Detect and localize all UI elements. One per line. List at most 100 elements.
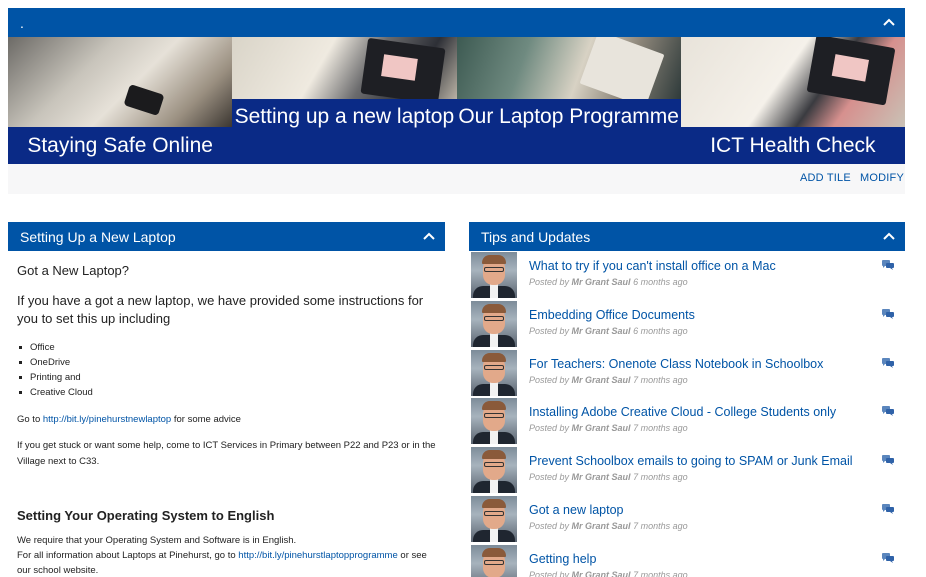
tile-label: Staying Safe Online bbox=[8, 127, 233, 164]
post-author: Mr Grant Saul bbox=[571, 569, 631, 577]
add-tile-button[interactable]: ADD TILE bbox=[800, 172, 851, 184]
right-panel-title: Tips and Updates bbox=[481, 228, 591, 245]
avatar bbox=[471, 349, 517, 396]
avatar bbox=[471, 544, 517, 577]
post-title-link[interactable]: Getting help bbox=[529, 552, 596, 566]
comment-icon[interactable] bbox=[882, 260, 895, 271]
post-meta: Posted by Mr Grant Saul 7 months ago bbox=[529, 521, 688, 531]
post-author: Mr Grant Saul bbox=[571, 277, 631, 287]
tile-label: Our Laptop Programme bbox=[456, 99, 681, 164]
tile-actions-bar: ADD TILE MODIFY bbox=[8, 164, 905, 194]
post-meta: Posted by Mr Grant Saul 6 months ago bbox=[529, 326, 688, 336]
avatar bbox=[471, 495, 517, 542]
list-item[interactable]: For Teachers: Onenote Class Notebook in … bbox=[469, 349, 905, 398]
post-time: 7 months ago bbox=[633, 520, 688, 531]
post-author: Mr Grant Saul bbox=[571, 472, 631, 483]
list-item[interactable]: Got a new laptop Posted by Mr Grant Saul … bbox=[469, 495, 905, 544]
section2-text: We require that your Operating System an… bbox=[17, 535, 297, 546]
section2-info: For all information about Laptops at Pin… bbox=[17, 548, 436, 577]
goto-paragraph: Go to http://bit.ly/pinehurstnewlaptop f… bbox=[17, 412, 436, 428]
new-laptop-link[interactable]: http://bit.ly/pinehurstnewlaptop bbox=[43, 414, 171, 425]
posted-by-label: Posted by bbox=[529, 520, 570, 531]
section2-info-prefix: For all information about Laptops at Pin… bbox=[17, 550, 239, 561]
comment-icon[interactable] bbox=[882, 357, 895, 369]
comment-icon[interactable] bbox=[882, 455, 895, 466]
post-time: 7 months ago bbox=[633, 472, 688, 483]
post-author: Mr Grant Saul bbox=[571, 374, 631, 385]
comment-icon[interactable] bbox=[882, 406, 895, 417]
list-item: Office bbox=[17, 340, 436, 355]
posts-list: What to try if you can't install office … bbox=[469, 251, 905, 577]
intro-text: If you have a got a new laptop, we have … bbox=[17, 293, 424, 326]
posted-by-label: Posted by bbox=[529, 423, 570, 434]
right-panel-header: Tips and Updates bbox=[469, 222, 905, 251]
chevron-up-icon[interactable] bbox=[881, 14, 897, 30]
comment-icon[interactable] bbox=[882, 552, 895, 564]
posted-by-label: Posted by bbox=[529, 325, 570, 336]
tile-photo bbox=[680, 37, 905, 127]
laptop-programme-link[interactable]: http://bit.ly/pinehurstlaptopprogramme bbox=[238, 550, 397, 561]
tiles-panel-title: . bbox=[20, 14, 24, 31]
post-meta: Posted by Mr Grant Saul 7 months ago bbox=[529, 375, 688, 385]
tile-label: Setting up a new laptop bbox=[232, 99, 457, 164]
tile-staying-safe-online[interactable]: Staying Safe Online bbox=[8, 37, 233, 164]
list-item: Printing and bbox=[17, 370, 436, 385]
post-title-link[interactable]: Installing Adobe Creative Cloud - Colleg… bbox=[529, 405, 836, 419]
setup-list: Office OneDrive Printing and Creative Cl… bbox=[17, 340, 436, 400]
post-title-link[interactable]: Embedding Office Documents bbox=[529, 308, 695, 322]
posted-by-label: Posted by bbox=[529, 277, 570, 287]
list-item: OneDrive bbox=[17, 355, 436, 370]
post-meta: Posted by Mr Grant Saul 7 months ago bbox=[529, 472, 688, 482]
tile-ict-health-check[interactable]: ICT Health Check bbox=[680, 37, 905, 164]
list-item[interactable]: Prevent Schoolbox emails to going to SPA… bbox=[469, 446, 905, 495]
post-title-link[interactable]: For Teachers: Onenote Class Notebook in … bbox=[529, 357, 823, 371]
tile-setting-up-new-laptop[interactable]: Setting up a new laptop bbox=[232, 37, 457, 164]
left-panel-header: Setting Up a New Laptop bbox=[8, 222, 445, 251]
left-panel-body: Got a New Laptop? If you have a got a ne… bbox=[8, 251, 445, 577]
post-title-link[interactable]: Prevent Schoolbox emails to going to SPA… bbox=[529, 454, 853, 468]
post-meta: Posted by Mr Grant Saul 6 months ago bbox=[529, 277, 688, 287]
tile-photo bbox=[232, 37, 457, 105]
tiles-panel-header: . bbox=[8, 8, 905, 37]
intro-question: Got a New Laptop? bbox=[17, 263, 130, 278]
goto-prefix: Go to bbox=[17, 414, 43, 425]
list-item[interactable]: Embedding Office Documents Posted by Mr G… bbox=[469, 300, 905, 349]
tile-photo bbox=[8, 37, 233, 127]
section2-title: Setting Your Operating System to English bbox=[17, 508, 275, 523]
goto-suffix: for some advice bbox=[171, 414, 241, 425]
tile-grid: Staying Safe Online Setting up a new lap… bbox=[8, 37, 905, 164]
posted-by-label: Posted by bbox=[529, 472, 570, 483]
post-author: Mr Grant Saul bbox=[571, 325, 631, 336]
tile-label: ICT Health Check bbox=[680, 127, 905, 164]
chevron-up-icon[interactable] bbox=[881, 228, 897, 244]
modify-button[interactable]: MODIFY bbox=[860, 172, 904, 184]
left-panel-title: Setting Up a New Laptop bbox=[20, 228, 176, 245]
post-meta: Posted by Mr Grant Saul 7 months ago bbox=[529, 423, 688, 433]
avatar bbox=[471, 300, 517, 347]
list-item[interactable]: What to try if you can't install office … bbox=[469, 251, 905, 300]
list-item[interactable]: Installing Adobe Creative Cloud - Colleg… bbox=[469, 397, 905, 446]
post-time: 7 months ago bbox=[633, 569, 688, 577]
posted-by-label: Posted by bbox=[529, 569, 570, 577]
post-time: 6 months ago bbox=[633, 325, 688, 336]
post-time: 7 months ago bbox=[633, 423, 688, 434]
tile-our-laptop-programme[interactable]: Our Laptop Programme bbox=[456, 37, 681, 164]
avatar bbox=[471, 398, 517, 445]
post-author: Mr Grant Saul bbox=[571, 423, 631, 434]
comment-icon[interactable] bbox=[882, 308, 895, 320]
tile-photo bbox=[456, 37, 681, 108]
post-title-link[interactable]: Got a new laptop bbox=[529, 503, 624, 517]
list-item[interactable]: Getting help Posted by Mr Grant Saul 7 mo… bbox=[469, 544, 905, 577]
list-item: Creative Cloud bbox=[17, 385, 436, 400]
help-paragraph: If you get stuck or want some help, come… bbox=[17, 440, 436, 467]
post-time: 6 months ago bbox=[633, 277, 688, 287]
comment-icon[interactable] bbox=[882, 503, 895, 515]
post-time: 7 months ago bbox=[633, 374, 688, 385]
posted-by-label: Posted by bbox=[529, 374, 570, 385]
post-title-link[interactable]: What to try if you can't install office … bbox=[529, 259, 776, 273]
avatar bbox=[471, 447, 517, 494]
avatar bbox=[471, 252, 517, 298]
post-meta: Posted by Mr Grant Saul 7 months ago bbox=[529, 570, 688, 577]
chevron-up-icon[interactable] bbox=[421, 228, 437, 244]
post-author: Mr Grant Saul bbox=[571, 520, 631, 531]
